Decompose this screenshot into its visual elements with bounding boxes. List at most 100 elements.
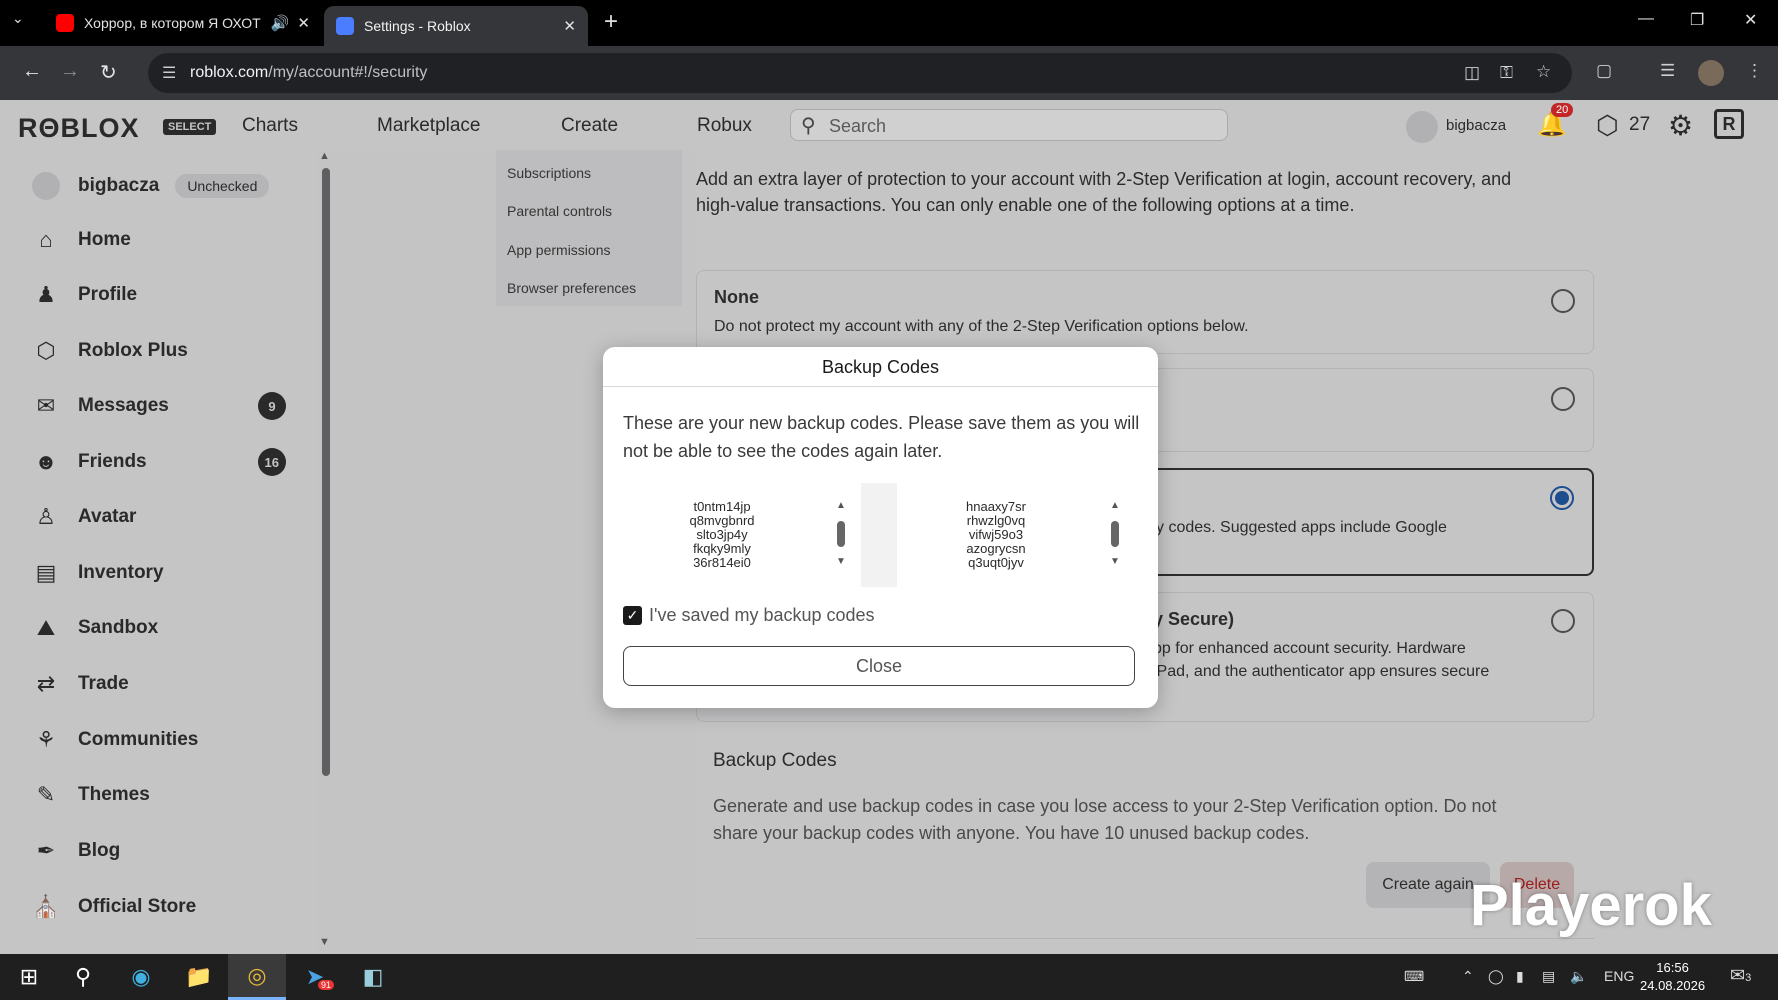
sidebar-item-home[interactable]: ⌂ Home	[32, 220, 292, 260]
browser-tab-settings[interactable]: Settings - Roblox ✕	[324, 6, 588, 46]
scroll-down-icon[interactable]: ▼	[1110, 555, 1120, 569]
option-none[interactable]: None Do not protect my account with any …	[696, 270, 1594, 354]
audio-icon[interactable]: 🔊	[271, 14, 290, 32]
sidebar-item-sandbox[interactable]: ⛰ Sandbox	[32, 608, 292, 648]
codes-scrollbar-left[interactable]: ▲ ▼	[833, 499, 849, 571]
saved-codes-checkbox[interactable]: ✓	[623, 606, 642, 625]
browser-tab-youtube[interactable]: Хоррор, в котором Я ОХОТ 🔊 ✕	[44, 6, 322, 40]
communities-icon: ⚘	[36, 727, 56, 752]
translate-icon[interactable]: ◫	[1464, 63, 1480, 83]
sidebar-item-label: Themes	[78, 784, 150, 805]
radio-authenticator[interactable]	[1550, 486, 1574, 510]
sidebar-item-themes[interactable]: ✎ Themes	[32, 775, 292, 815]
back-icon[interactable]: ←	[22, 60, 42, 83]
sidebar-user[interactable]: bigbacza Unchecked	[32, 172, 270, 200]
clock-date: 24.08.2026	[1640, 978, 1706, 993]
scroll-down-icon[interactable]: ▼	[319, 936, 330, 948]
radio-none[interactable]	[1551, 289, 1575, 313]
submenu-parental-controls[interactable]: Parental controls	[507, 203, 612, 219]
codes-scrollbar-right[interactable]: ▲ ▼	[1107, 499, 1123, 571]
telegram-icon[interactable]: ➤ 91	[286, 954, 344, 1000]
scroll-up-icon[interactable]: ▲	[319, 150, 330, 162]
sidebar-item-label: Friends	[78, 451, 147, 472]
scrollbar-thumb[interactable]	[837, 521, 845, 547]
codes-list-left[interactable]: t0ntm14jp q8mvgbnrd slto3jp4y fkqky9mly …	[623, 483, 861, 587]
radio-option-2[interactable]	[1551, 387, 1575, 411]
radio-security-key[interactable]	[1551, 609, 1575, 633]
sidebar-item-inventory[interactable]: ▤ Inventory	[32, 553, 292, 593]
header-username[interactable]: bigbacza	[1446, 117, 1506, 134]
battery-icon[interactable]: ▮	[1516, 968, 1524, 985]
avatar-icon: ♙	[36, 504, 56, 529]
roblox-plus-icon[interactable]: R	[1714, 109, 1744, 139]
backup-code: q3uqt0jyv	[968, 555, 1024, 570]
nav-create[interactable]: Create	[561, 115, 618, 137]
saved-codes-label[interactable]: I've saved my backup codes	[649, 605, 875, 626]
restore-icon[interactable]: ❐	[1690, 10, 1704, 30]
sidebar-item-label: Blog	[78, 840, 121, 861]
sidebar-item-communities[interactable]: ⚘ Communities	[32, 720, 292, 760]
bookmark-star-icon[interactable]: ☆	[1536, 62, 1551, 82]
sidebar-item-messages[interactable]: ✉ Messages 9	[32, 386, 292, 426]
scroll-down-icon[interactable]: ▼	[836, 555, 846, 569]
media-control-icon[interactable]: ☰	[1660, 61, 1675, 81]
volume-icon[interactable]: 🔈	[1570, 968, 1587, 985]
roblox-logo[interactable]: RΘBLOX	[18, 113, 140, 144]
forward-icon[interactable]: →	[60, 60, 80, 83]
avatar	[32, 172, 60, 200]
password-key-icon[interactable]: ⚿	[1500, 63, 1513, 83]
close-tab-icon[interactable]: ✕	[297, 14, 310, 32]
minimize-icon[interactable]: —	[1638, 10, 1654, 28]
backup-codes-desc: Generate and use backup codes in case yo…	[713, 796, 1497, 843]
sidebar-item-friends[interactable]: ☻ Friends 16	[32, 442, 292, 482]
new-tab-icon[interactable]: +	[604, 8, 618, 36]
close-window-icon[interactable]: ✕	[1744, 10, 1757, 30]
edge-icon[interactable]: ◉	[112, 954, 170, 1000]
file-explorer-icon[interactable]: 📁	[170, 954, 228, 1000]
sidebar-item-avatar[interactable]: ♙ Avatar	[32, 497, 292, 537]
close-button[interactable]: Close	[623, 646, 1135, 686]
site-info-icon[interactable]: ☰	[162, 63, 176, 83]
url-input[interactable]: ☰ roblox.com/my/account#!/security ◫ ⚿ ☆	[148, 53, 1572, 93]
notification-center-icon[interactable]: ✉3	[1730, 965, 1751, 986]
close-tab-icon[interactable]: ✕	[563, 17, 576, 35]
robux-icon[interactable]: ⬡	[1596, 110, 1619, 141]
sidebar-item-blog[interactable]: ✒ Blog	[32, 831, 292, 871]
nav-marketplace[interactable]: Marketplace	[377, 115, 481, 137]
profile-avatar-icon[interactable]	[1698, 60, 1724, 86]
nav-robux[interactable]: Robux	[697, 115, 752, 137]
tab-search-icon[interactable]: ⌄	[12, 10, 24, 27]
sidebar-item-official-store[interactable]: ⛪ Official Store	[32, 887, 292, 927]
header-avatar[interactable]	[1406, 111, 1438, 143]
language-indicator[interactable]: ENG	[1604, 968, 1634, 984]
scrollbar-thumb[interactable]	[1111, 521, 1119, 547]
network-icon[interactable]: ▤	[1542, 968, 1555, 985]
app-icon[interactable]: ◧	[344, 954, 402, 1000]
settings-gear-icon[interactable]: ⚙	[1668, 109, 1693, 142]
reload-icon[interactable]: ↻	[100, 60, 117, 85]
windows-start-icon[interactable]: ⊞	[0, 954, 58, 1000]
keyboard-icon[interactable]: ⌨	[1404, 968, 1424, 985]
submenu-app-permissions[interactable]: App permissions	[507, 242, 611, 258]
search-placeholder: Search	[829, 116, 887, 136]
robux-count[interactable]: 27	[1629, 114, 1650, 136]
sidebar-item-trade[interactable]: ⇄ Trade	[32, 664, 292, 704]
search-icon[interactable]: ⚲	[54, 954, 112, 1000]
system-clock[interactable]: 16:56 24.08.2026	[1640, 959, 1705, 995]
scroll-up-icon[interactable]: ▲	[836, 499, 846, 513]
tray-app-icon[interactable]: ◯	[1488, 968, 1504, 985]
browser-menu-icon[interactable]: ⋮	[1746, 61, 1763, 81]
search-input[interactable]: ⚲ Search	[790, 109, 1228, 141]
sidebar-item-profile[interactable]: ♟ Profile	[32, 275, 292, 315]
nav-charts[interactable]: Charts	[242, 115, 298, 137]
scroll-up-icon[interactable]: ▲	[1110, 499, 1120, 513]
submenu-subscriptions[interactable]: Subscriptions	[507, 165, 591, 181]
codes-list-right[interactable]: hnaaxy7sr rhwzlg0vq vifwj59o3 azogrycsn …	[897, 483, 1135, 587]
submenu-browser-preferences[interactable]: Browser preferences	[507, 280, 636, 296]
extensions-icon[interactable]: ▢	[1596, 61, 1612, 81]
sidebar-item-roblox-plus[interactable]: ⬡ Roblox Plus	[32, 331, 292, 371]
sidebar-scrollbar[interactable]: ▲ ▼	[318, 150, 332, 954]
tray-chevron-icon[interactable]: ⌃	[1462, 968, 1474, 985]
scrollbar-thumb[interactable]	[322, 168, 330, 776]
chrome-icon[interactable]: ◎	[228, 954, 286, 1000]
